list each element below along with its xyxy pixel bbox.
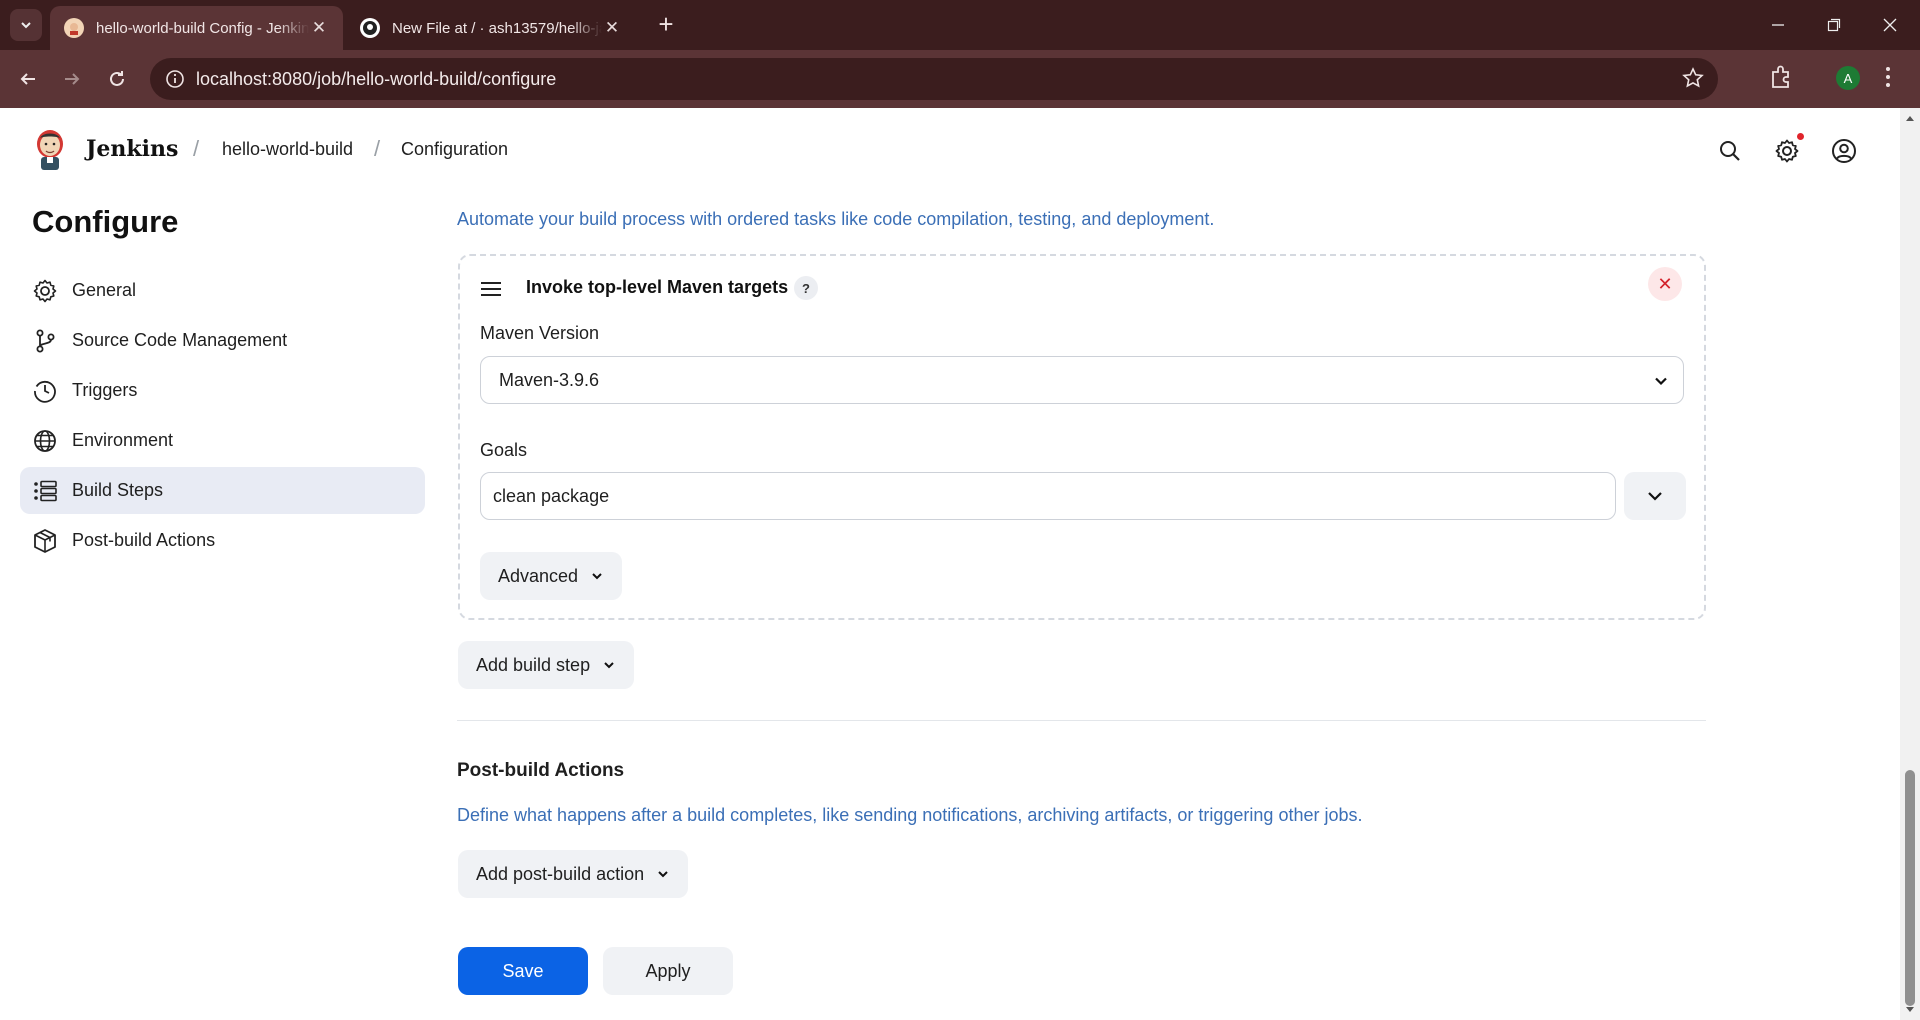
sidebar-item-triggers[interactable]: Triggers [20, 367, 425, 414]
jenkins-logo-icon[interactable] [32, 128, 68, 172]
advanced-button[interactable]: Advanced [480, 552, 623, 600]
goals-expand-button[interactable] [1624, 472, 1686, 520]
clock-icon [32, 378, 58, 404]
back-button[interactable] [12, 63, 44, 95]
browser-tab-bar: hello-world-build Config - Jenkins ✕ New… [0, 0, 1920, 50]
address-bar[interactable]: localhost:8080/job/hello-world-build/con… [150, 58, 1718, 100]
scroll-down-arrow-icon[interactable] [1905, 1004, 1915, 1014]
reload-button[interactable] [101, 63, 133, 95]
add-build-step-label: Add build step [476, 654, 591, 675]
maven-version-select[interactable]: Maven-3.9.6 [480, 356, 1684, 404]
search-button[interactable] [1715, 136, 1745, 166]
tab-title: New File at / · ash13579/hello-java [392, 19, 602, 37]
add-build-step-button[interactable]: Add build step [458, 641, 635, 689]
page-title: Configure [32, 204, 179, 239]
close-tab-icon[interactable]: ✕ [309, 18, 329, 38]
reload-icon [110, 71, 124, 86]
close-tab-icon[interactable]: ✕ [602, 18, 622, 38]
save-button[interactable]: Save [458, 947, 588, 995]
sidebar-item-label: General [72, 280, 137, 300]
remove-step-button[interactable]: ✕ [1648, 267, 1682, 301]
close-window-button[interactable] [1862, 0, 1918, 50]
tab-title: hello-world-build Config - Jenkins [96, 19, 309, 37]
extensions-puzzle-icon[interactable] [1768, 64, 1794, 95]
jenkins-favicon [64, 18, 84, 38]
goals-value: clean package [493, 485, 610, 506]
user-circle-icon [1832, 139, 1856, 163]
sidebar-item-general[interactable]: General [20, 267, 425, 314]
browser-menu-icon[interactable] [1884, 64, 1892, 95]
minimize-button[interactable] [1750, 0, 1806, 50]
restore-button[interactable] [1806, 0, 1862, 50]
sidebar-item-label: Build Steps [72, 480, 164, 500]
help-icon[interactable]: ? [794, 276, 818, 300]
sidebar-item-post-build-actions[interactable]: Post-build Actions [20, 517, 425, 564]
sidebar-item-environment[interactable]: Environment [20, 417, 425, 464]
browser-toolbar: localhost:8080/job/hello-world-build/con… [0, 50, 1920, 108]
tab-search-button[interactable] [10, 9, 42, 41]
post-build-actions-title: Post-build Actions [457, 760, 625, 781]
chevron-down-icon [656, 867, 670, 881]
manage-jenkins-button[interactable] [1772, 133, 1804, 166]
site-info-icon[interactable] [164, 68, 186, 90]
build-steps-description: Automate your build process with ordered… [457, 209, 1215, 229]
jenkins-brand[interactable]: Jenkins [86, 136, 178, 162]
sidebar-item-label: Environment [72, 430, 174, 450]
tab-jenkins-config[interactable]: hello-world-build Config - Jenkins ✕ [50, 6, 343, 50]
sidebar-item-label: Post-build Actions [72, 530, 216, 550]
bookmark-star-icon[interactable] [1682, 67, 1704, 94]
new-tab-button[interactable]: + [651, 10, 681, 40]
goals-label: Goals [480, 440, 528, 460]
sidebar-item-source-code-management[interactable]: Source Code Management [20, 317, 425, 364]
chevron-down-icon [1655, 377, 1667, 386]
close-icon [1883, 18, 1897, 32]
build-step-card: Invoke top-level Maven targets ? ✕ Maven… [458, 254, 1706, 620]
advanced-label: Advanced [498, 565, 579, 586]
sidebar-item-label: Triggers [72, 380, 138, 400]
list-icon [32, 478, 58, 504]
restore-icon [1827, 18, 1841, 32]
page-scrollbar[interactable] [1900, 108, 1920, 1020]
apply-button[interactable]: Apply [603, 947, 733, 995]
maven-version-value: Maven-3.9.6 [499, 369, 600, 390]
forward-button[interactable] [56, 63, 88, 95]
chevron-down-icon [590, 569, 604, 583]
search-icon [1720, 141, 1740, 161]
breadcrumb-configuration[interactable]: Configuration [401, 139, 508, 160]
add-post-build-action-label: Add post-build action [476, 863, 645, 884]
sidebar-item-label: Source Code Management [72, 330, 288, 350]
gear-icon [1775, 139, 1799, 163]
goals-input[interactable]: clean package [480, 472, 1616, 520]
scrollbar-thumb[interactable] [1905, 770, 1915, 1006]
scroll-up-arrow-icon[interactable] [1905, 114, 1915, 124]
jenkins-header: Jenkins / hello-world-build / Configurat… [0, 108, 1900, 192]
profile-avatar[interactable]: A [1836, 66, 1860, 90]
github-favicon [360, 18, 380, 38]
globe-icon [32, 428, 58, 454]
post-build-actions-description: Define what happens after a build comple… [457, 805, 1363, 825]
gear-icon [32, 278, 58, 304]
chevron-down-icon [1648, 492, 1662, 501]
breadcrumb-separator: / [374, 136, 381, 161]
chevron-down-icon [21, 22, 31, 29]
drag-handle-icon[interactable] [480, 280, 502, 303]
package-icon [32, 528, 58, 554]
section-divider [457, 720, 1706, 721]
chevron-down-icon [602, 658, 616, 672]
breadcrumb-separator: / [193, 136, 200, 161]
user-account-button[interactable] [1829, 136, 1859, 166]
breadcrumb-job[interactable]: hello-world-build [222, 139, 353, 160]
arrow-left-icon [20, 73, 35, 85]
git-branch-icon [32, 328, 58, 354]
add-post-build-action-button[interactable]: Add post-build action [458, 850, 689, 898]
notification-dot [1797, 133, 1804, 140]
build-step-title: Invoke top-level Maven targets [526, 277, 789, 297]
arrow-right-icon [65, 73, 80, 85]
maven-version-label: Maven Version [480, 323, 600, 343]
tab-github-new-file[interactable]: New File at / · ash13579/hello-java ✕ [346, 6, 636, 50]
url-text: localhost:8080/job/hello-world-build/con… [196, 68, 557, 89]
sidebar-item-build-steps[interactable]: Build Steps [20, 467, 425, 514]
minimize-icon [1772, 24, 1784, 26]
